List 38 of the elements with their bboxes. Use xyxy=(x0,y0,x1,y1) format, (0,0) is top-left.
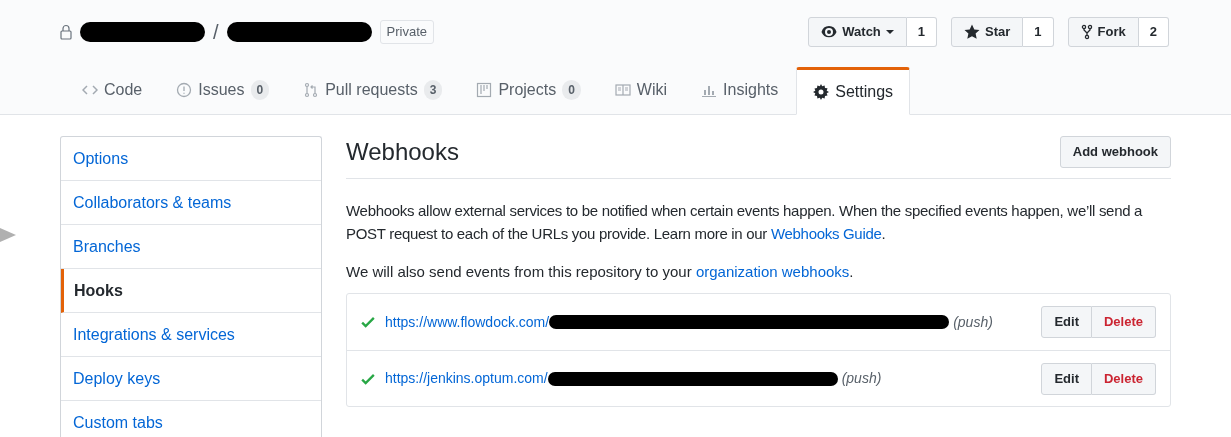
star-button[interactable]: Star xyxy=(951,17,1024,47)
events-text: (push) xyxy=(841,369,882,388)
path-separator: / xyxy=(213,20,219,45)
description-text: Webhooks allow external services to be notified when certain events happen. When the specified events happen, we’ll send a POST request to each of the URLs you provide. Learn more in our Webhooks Guide. xyxy=(346,201,1144,244)
menu-item[interactable]: Custom tabs xyxy=(61,401,321,437)
menu-item[interactable]: Hooks xyxy=(61,269,321,313)
repo-tab[interactable]: Insights xyxy=(685,66,795,114)
page-title: Webhooks xyxy=(346,137,459,167)
menu-item[interactable]: Options xyxy=(61,137,321,181)
counter-badge: 0 xyxy=(562,80,581,100)
watch-button[interactable]: Watch xyxy=(808,17,907,47)
menu-item[interactable]: Branches xyxy=(61,225,321,269)
delete-button[interactable]: Delete xyxy=(1091,306,1156,338)
social-count[interactable]: 1 xyxy=(1023,17,1054,47)
note-text: We will also send events from this repository to your organization webhooks. xyxy=(346,262,855,282)
events-text: (push) xyxy=(953,312,993,332)
add-webhook-button[interactable]: Add webhook xyxy=(1059,136,1171,168)
social-count[interactable]: 2 xyxy=(1138,17,1169,47)
menu-item[interactable]: Collaborators & teams xyxy=(61,181,321,225)
guide-link[interactable]: Webhooks Guide xyxy=(770,225,882,242)
fork-button[interactable]: Fork xyxy=(1067,17,1139,47)
edit-button[interactable]: Edit xyxy=(1041,362,1092,395)
repo-tab[interactable]: Settings xyxy=(796,67,911,115)
webhook-url-link[interactable]: https://www.flowdock.com/ xyxy=(385,311,550,333)
private-label: Private xyxy=(379,20,435,44)
edit-button[interactable]: Edit xyxy=(1041,306,1092,338)
repo-tab[interactable]: Issues 0 xyxy=(160,66,286,114)
repo-tab[interactable]: Pull requests 3 xyxy=(287,66,459,114)
counter-badge: 3 xyxy=(423,80,443,100)
repo-tab[interactable]: Wiki xyxy=(598,66,684,114)
repo-tab[interactable]: Projects 0 xyxy=(460,66,597,114)
menu-item[interactable]: Integrations & services xyxy=(61,313,321,357)
counter-badge: 0 xyxy=(250,80,270,100)
webhook-url-link[interactable]: https://jenkins.optum.com/ xyxy=(385,368,548,389)
menu-item[interactable]: Deploy keys xyxy=(61,357,321,401)
delete-button[interactable]: Delete xyxy=(1091,362,1156,395)
social-count[interactable]: 1 xyxy=(906,17,938,47)
repo-tab[interactable]: Code xyxy=(66,66,159,114)
